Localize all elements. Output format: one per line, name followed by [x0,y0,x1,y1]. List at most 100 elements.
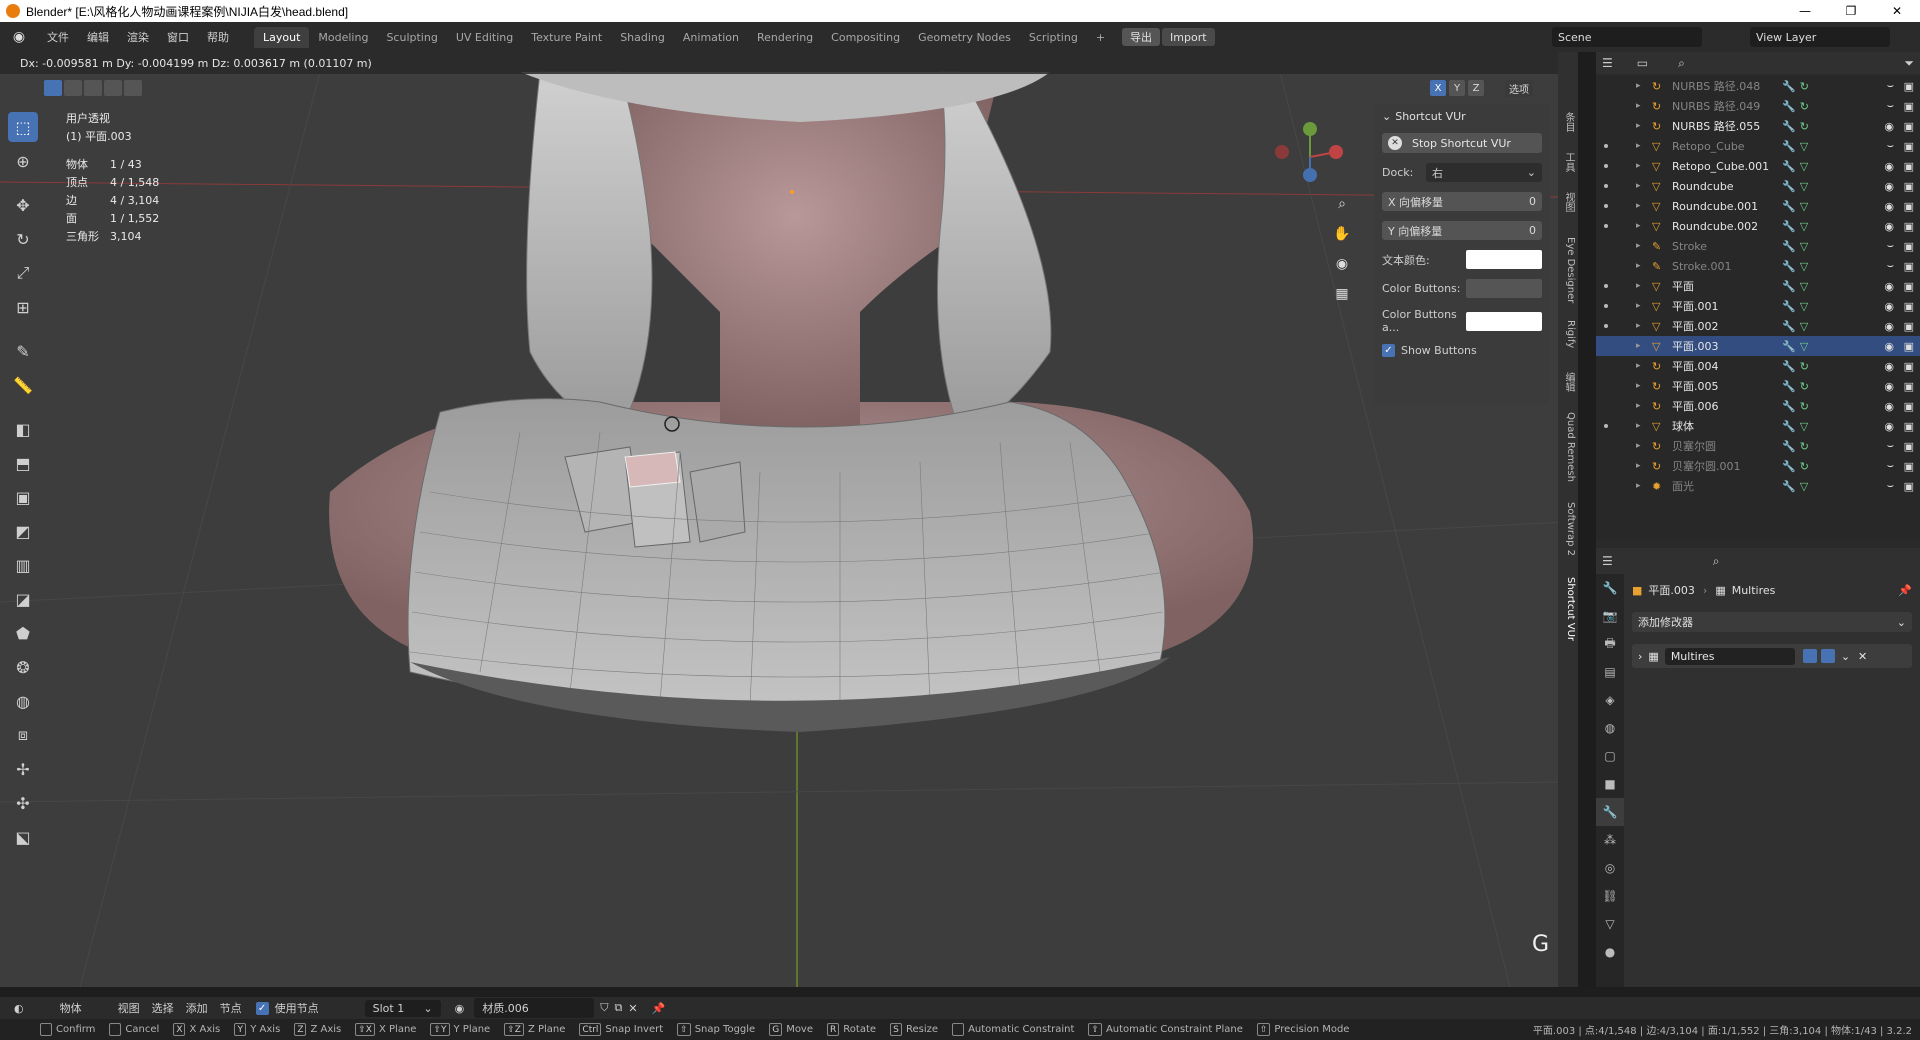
menu-select[interactable]: 选择 [152,1000,174,1016]
render-camera-icon[interactable]: ▣ [1904,220,1914,233]
outliner-item-name[interactable]: 平面 [1672,278,1782,294]
extrude-tool[interactable]: ⬒ [8,448,38,478]
expand-arrow-icon[interactable]: ▸ [1636,161,1648,171]
minimize-button[interactable]: — [1782,0,1828,22]
outliner-item-name[interactable]: Roundcube.001 [1672,200,1782,213]
tab-rigify[interactable]: Rigify [1560,320,1576,348]
render-camera-icon[interactable]: ▣ [1904,380,1914,393]
material-name-field[interactable]: 材质.006 [474,998,595,1018]
use-nodes-checkbox[interactable]: ✓ [255,1001,269,1015]
outliner-item-name[interactable]: 平面.005 [1672,378,1782,394]
move-tool[interactable]: ✥ [8,190,38,220]
visibility-eye-icon[interactable]: ⌣ [1887,479,1894,493]
modifier-icon[interactable]: 🔧 [1782,320,1796,333]
y-offset-field[interactable]: Y 向偏移量 0 [1382,221,1542,240]
show-buttons-checkbox[interactable]: ✓ [1382,344,1395,357]
expand-arrow-icon[interactable]: ▸ [1636,241,1648,251]
filter-icon[interactable]: ⏷ [1904,56,1914,71]
expand-arrow-icon[interactable]: ▸ [1636,121,1648,131]
visibility-eye-icon[interactable]: ◉ [1884,380,1894,393]
render-camera-icon[interactable]: ▣ [1904,260,1914,273]
display-mode-icon[interactable]: ▭ [1637,56,1648,70]
visibility-eye-icon[interactable]: ◉ [1884,300,1894,313]
tab-shading[interactable]: Shading [611,27,674,48]
render-camera-icon[interactable]: ▣ [1904,280,1914,293]
edit-mode-dot[interactable] [1604,184,1608,188]
outliner-row[interactable]: ▸ ↻ NURBS 路径.048 🔧 ↻ ⌣ ▣ [1596,76,1920,96]
menu-window[interactable]: 窗口 [158,29,198,45]
modifier-icon[interactable]: 🔧 [1782,360,1796,373]
3d-viewport[interactable]: Dx: -0.009581 m Dy: -0.004199 m Dz: 0.00… [0,52,1566,987]
outliner-row[interactable]: ▸ ↻ 贝塞尔圆 🔧 ↻ ⌣ ▣ [1596,436,1920,456]
outliner-item-name[interactable]: 贝塞尔圆 [1672,438,1782,454]
expand-arrow-icon[interactable]: ▸ [1636,341,1648,351]
outliner-item-name[interactable]: 平面.006 [1672,398,1782,414]
outliner-row[interactable]: ▸ ✎ Stroke 🔧 ▽ ⌣ ▣ [1596,236,1920,256]
render-camera-icon[interactable]: ▣ [1904,400,1914,413]
outliner-item-name[interactable]: NURBS 路径.048 [1672,78,1782,94]
close-button[interactable]: ✕ [1874,0,1920,22]
expand-arrow-icon[interactable]: ▸ [1636,101,1648,111]
outliner-row[interactable]: ▸ ▽ Retopo_Cube.001 🔧 ▽ ◉ ▣ [1596,156,1920,176]
outliner-row[interactable]: ▸ ▽ Roundcube.002 🔧 ▽ ◉ ▣ [1596,216,1920,236]
data-props-icon[interactable]: ▽ [1596,910,1624,938]
modifier-icon[interactable]: 🔧 [1782,80,1796,93]
duplicate-material-icon[interactable]: ⧉ [614,1001,622,1015]
render-camera-icon[interactable]: ▣ [1904,240,1914,253]
outliner-item-name[interactable]: 平面.002 [1672,318,1782,334]
outliner-row[interactable]: ▸ ▽ 平面 🔧 ▽ ◉ ▣ [1596,276,1920,296]
shrink-fatten-tool[interactable]: ✢ [8,754,38,784]
modifier-icon[interactable]: 🔧 [1782,180,1796,193]
visibility-eye-icon[interactable]: ◉ [1884,220,1894,233]
color-buttons-swatch[interactable] [1466,279,1542,298]
render-camera-icon[interactable]: ▣ [1904,180,1914,193]
modifier-icon[interactable]: 🔧 [1782,260,1796,273]
object-data-icon[interactable]: ↻ [1800,360,1809,373]
maximize-button[interactable]: ❐ [1828,0,1874,22]
object-data-icon[interactable]: ▽ [1800,240,1808,253]
edit-mode-dot[interactable] [1604,284,1608,288]
outliner-row[interactable]: ▸ ▽ 平面.002 🔧 ▽ ◉ ▣ [1596,316,1920,336]
menu-node[interactable]: 节点 [220,1000,242,1016]
object-data-icon[interactable]: ↻ [1800,460,1809,473]
outliner-item-name[interactable]: Retopo_Cube.001 [1672,160,1782,173]
visibility-eye-icon[interactable]: ⌣ [1887,99,1894,113]
camera-icon[interactable]: ◉ [1330,252,1354,276]
outliner-row[interactable]: ▸ ✎ Stroke.001 🔧 ▽ ⌣ ▣ [1596,256,1920,276]
import-button[interactable]: Import [1162,28,1215,46]
blender-logo-icon[interactable]: ◉ [8,26,30,48]
add-cube-tool[interactable]: ◧ [8,414,38,444]
expand-arrow-icon[interactable]: ▸ [1636,421,1648,431]
outliner-row[interactable]: ▸ ▽ 平面.003 🔧 ▽ ◉ ▣ [1596,336,1920,356]
measure-tool[interactable]: 📏 [8,370,38,400]
edit-mode-dot[interactable] [1604,204,1608,208]
modifier-name-field[interactable]: Multires [1664,647,1795,665]
tab-animation[interactable]: Animation [674,27,748,48]
expand-arrow-icon[interactable]: ▸ [1636,261,1648,271]
outliner-item-name[interactable]: NURBS 路径.055 [1672,118,1782,134]
poly-build-tool[interactable]: ⬟ [8,618,38,648]
object-data-icon[interactable]: ↻ [1800,400,1809,413]
modifier-icon[interactable]: 🔧 [1782,440,1796,453]
mirror-x-toggle[interactable]: X [1430,80,1446,96]
render-camera-icon[interactable]: ▣ [1904,360,1914,373]
modifier-icon[interactable]: 🔧 [1782,140,1796,153]
visibility-eye-icon[interactable]: ⌣ [1887,259,1894,273]
expand-chevron-icon[interactable]: › [1638,650,1642,663]
menu-add[interactable]: 添加 [186,1000,208,1016]
modifier-icon[interactable]: 🔧 [1782,480,1796,493]
outliner-item-name[interactable]: Roundcube.002 [1672,220,1782,233]
tab-layout[interactable]: Layout [254,26,310,48]
visibility-eye-icon[interactable]: ◉ [1884,160,1894,173]
edit-mode-dot[interactable] [1604,164,1608,168]
select-mode-new-icon[interactable] [44,80,62,96]
expand-arrow-icon[interactable]: ▸ [1636,361,1648,371]
tab-softwrap[interactable]: Softwrap 2 [1560,502,1576,556]
constraints-props-icon[interactable]: ⛓ [1596,882,1624,910]
show-buttons-row[interactable]: ✓ Show Buttons [1382,344,1542,357]
object-mode-dropdown[interactable]: 物体 [60,1000,82,1016]
object-data-icon[interactable]: ↻ [1800,80,1809,93]
cursor-tool[interactable]: ⊕ [8,146,38,176]
expand-arrow-icon[interactable]: ▸ [1636,481,1648,491]
visibility-eye-icon[interactable]: ⌣ [1887,459,1894,473]
